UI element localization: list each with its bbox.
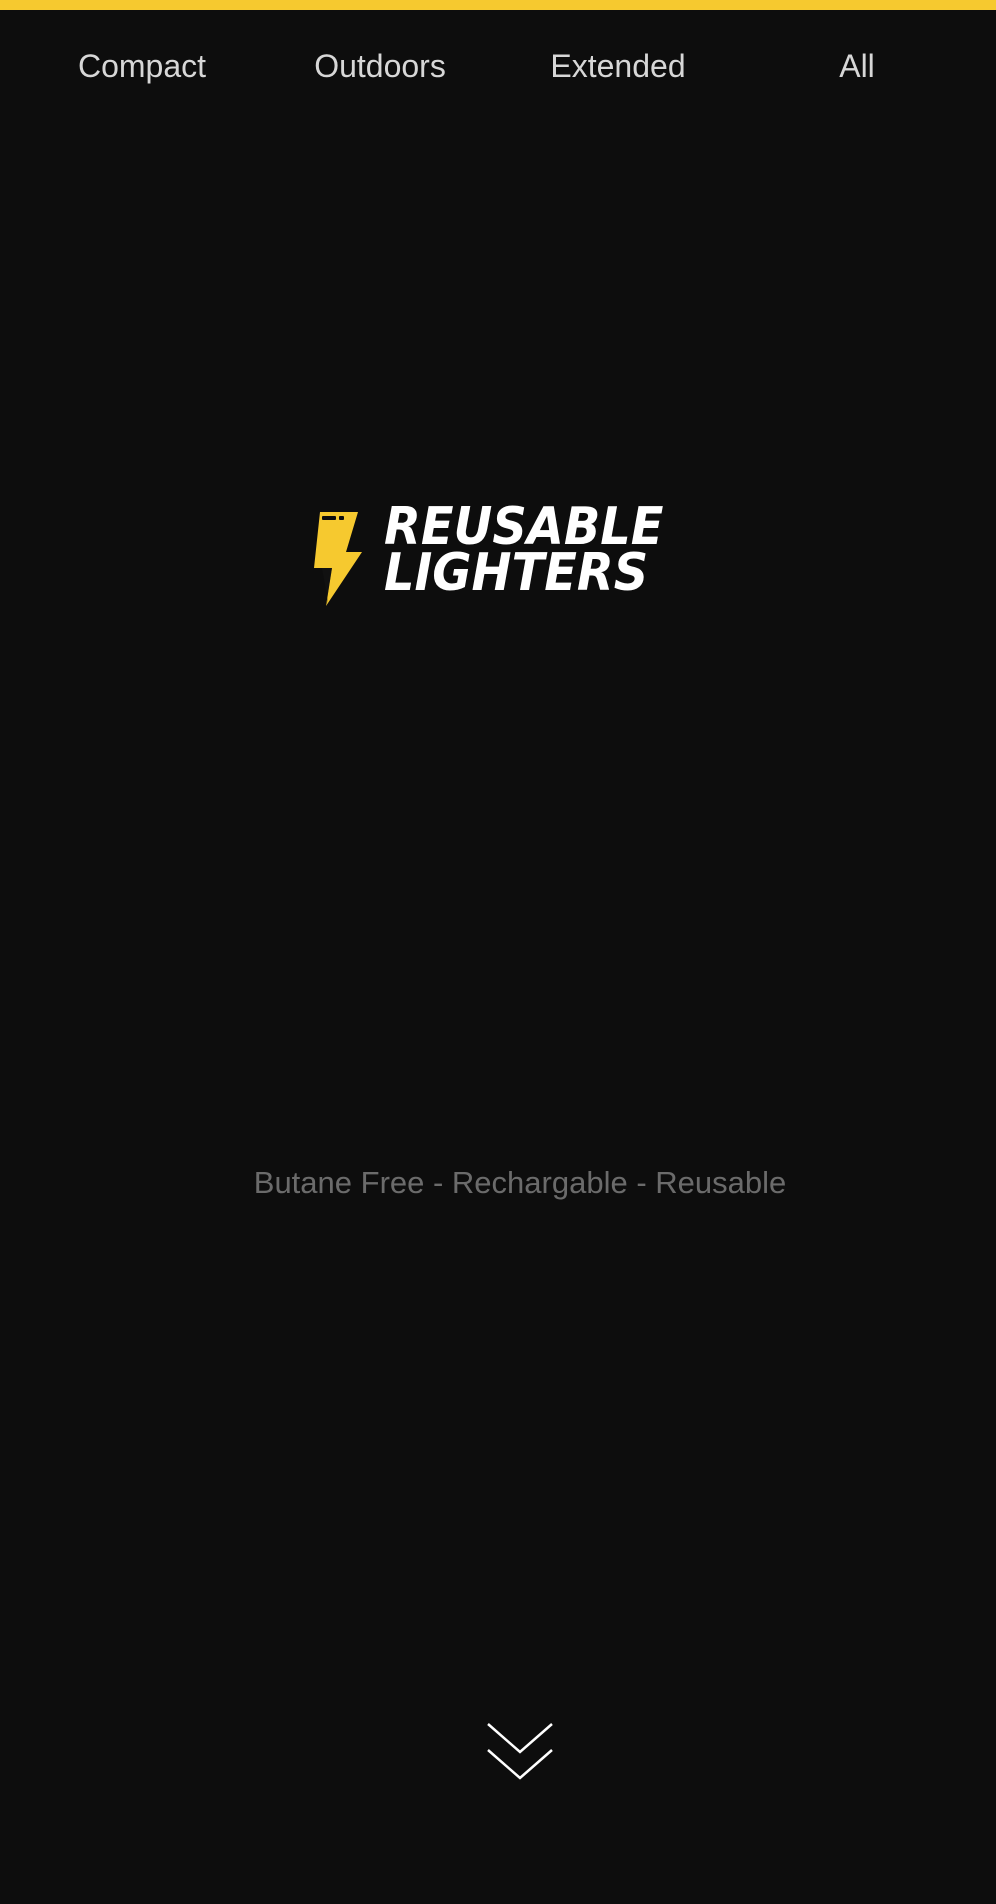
logo-wordmark: REUSABLE LIGHTERS [384, 501, 684, 603]
double-chevron-down-icon [484, 1723, 556, 1790]
nav-item-all[interactable]: All [738, 46, 976, 86]
nav-item-outdoors[interactable]: Outdoors [261, 46, 499, 86]
accent-top-bar [0, 0, 996, 10]
page: Compact Outdoors Extended All REUSABLE L… [0, 0, 996, 1904]
hero-tagline: Butane Free - Rechargable - Reusable [253, 1165, 787, 1200]
lightning-bolt-icon [312, 512, 368, 606]
logo-line-2: LIGHTERS [384, 543, 649, 603]
site-logo[interactable]: REUSABLE LIGHTERS [312, 501, 684, 608]
nav-item-compact[interactable]: Compact [23, 46, 261, 86]
scroll-down-button[interactable] [484, 1718, 556, 1786]
category-nav: Compact Outdoors Extended All [0, 10, 996, 122]
nav-item-extended[interactable]: Extended [499, 46, 737, 86]
